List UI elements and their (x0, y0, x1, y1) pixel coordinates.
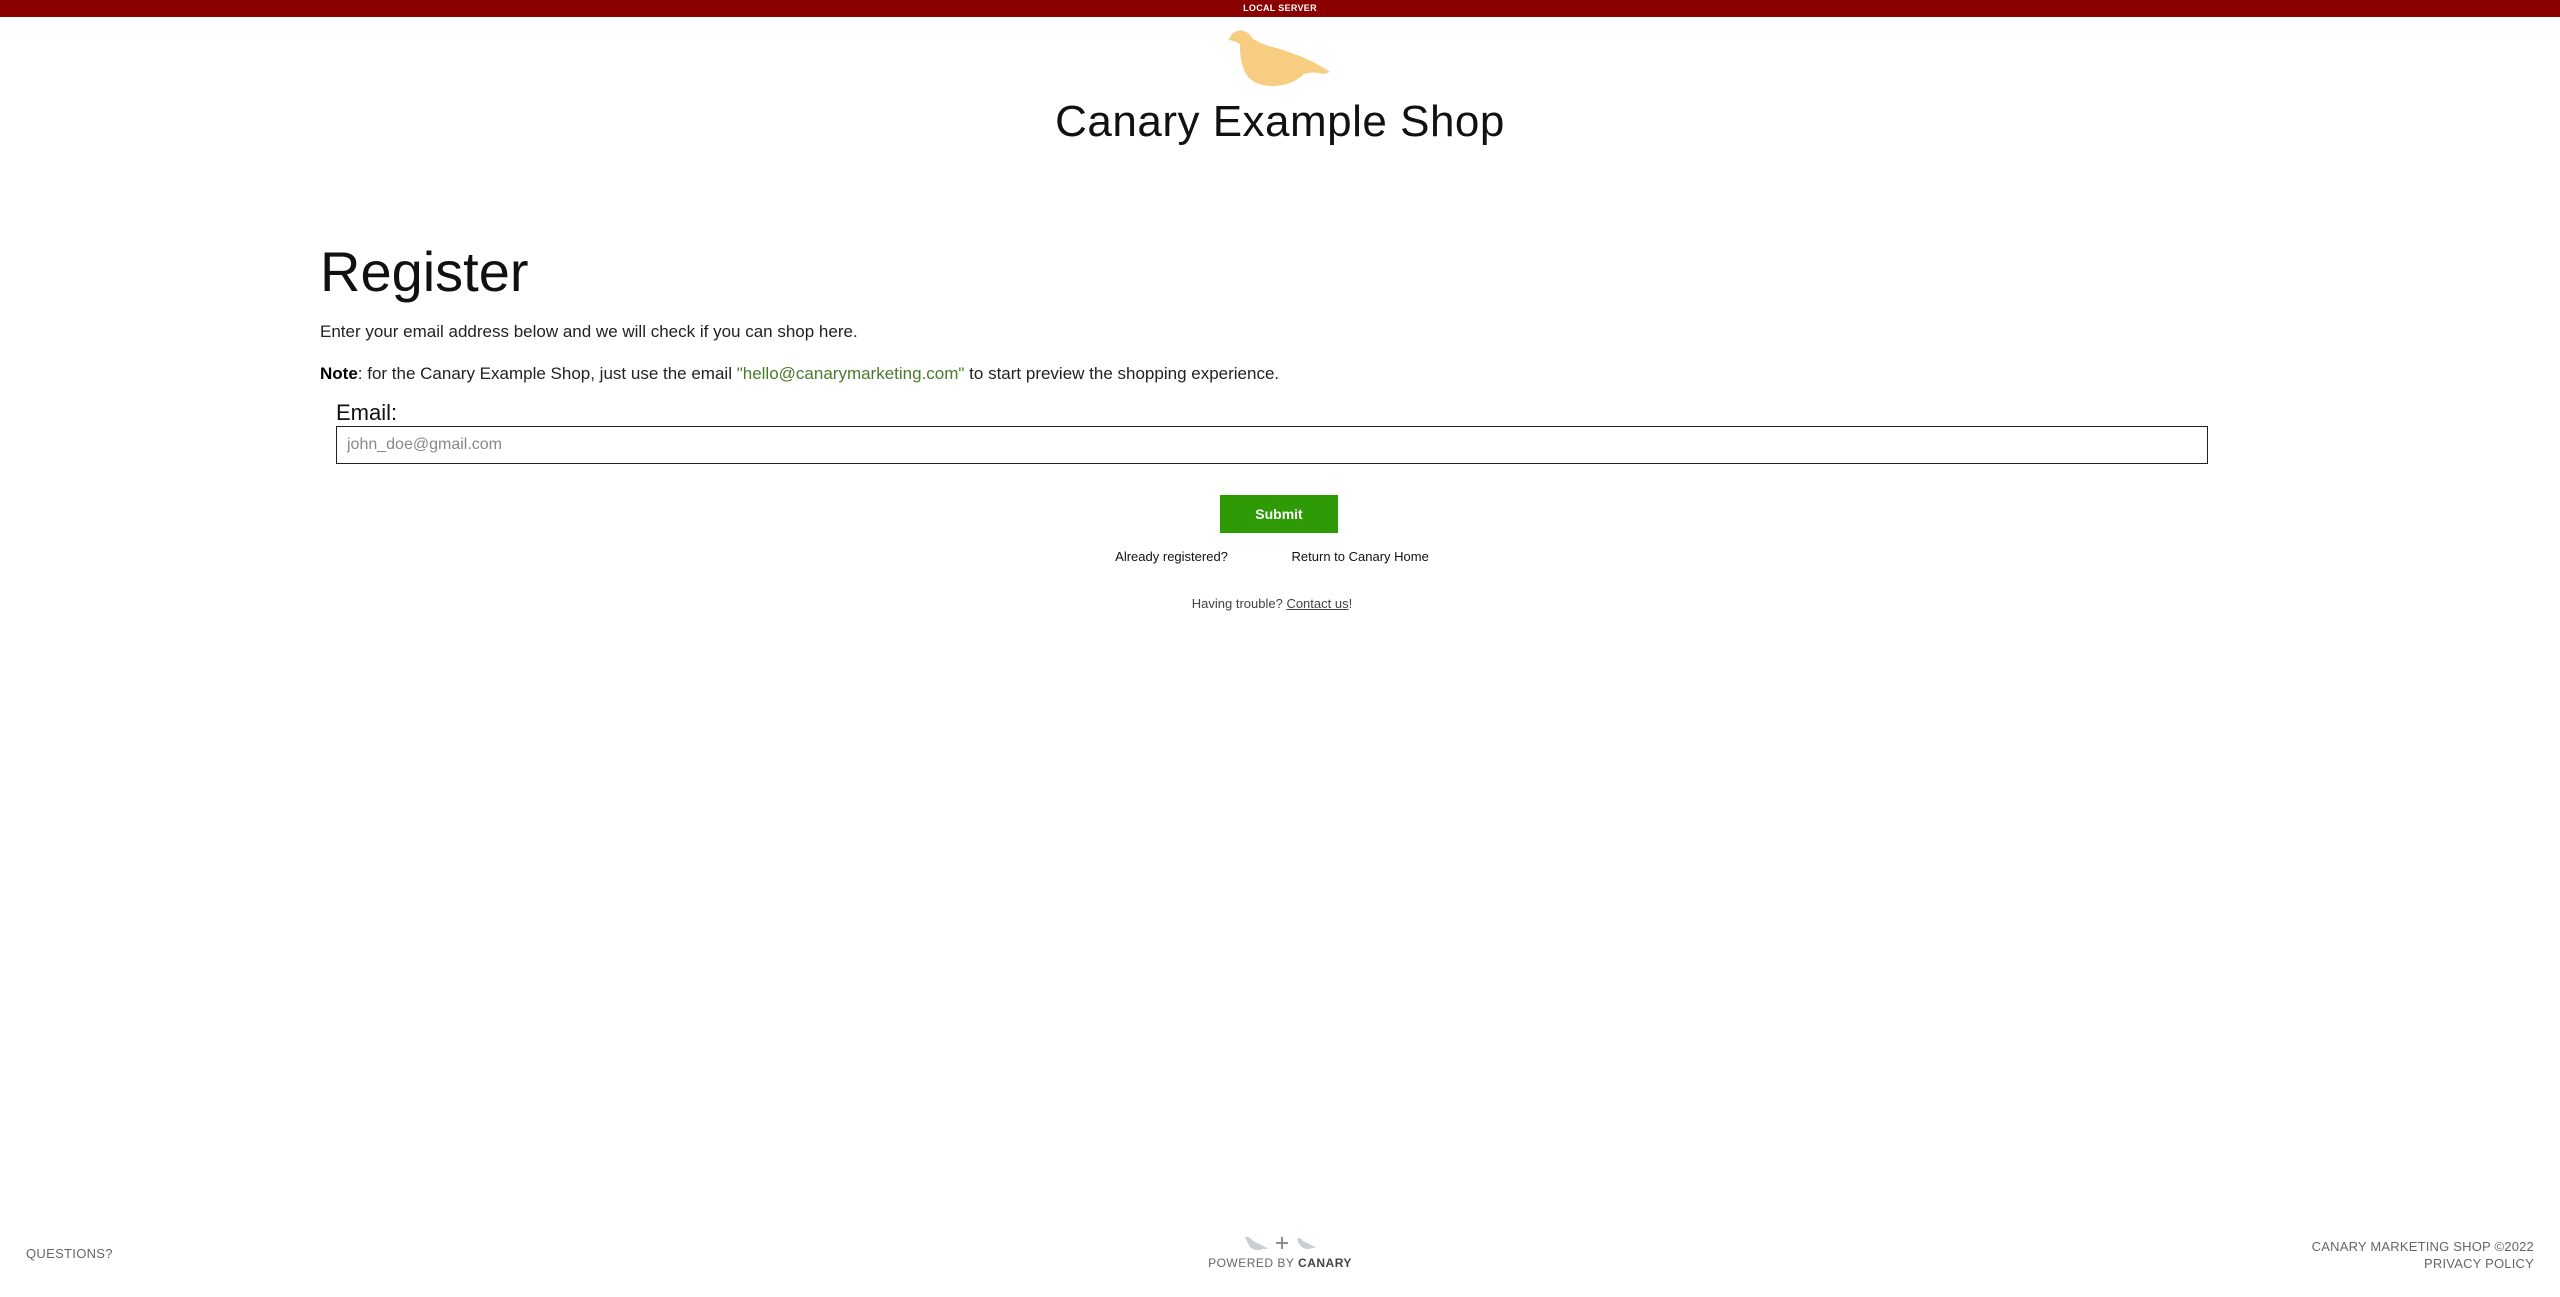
page-title: Register (320, 240, 529, 303)
local-server-banner: LOCAL SERVER (0, 0, 2560, 17)
footer-legal: CANARY MARKETING SHOP ©2022 PRIVACY POLI… (2312, 1238, 2534, 1272)
shop-title[interactable]: Canary Example Shop (0, 94, 2560, 150)
note-label: Note (320, 364, 358, 383)
note-email: "hello@canarymarketing.com" (736, 364, 965, 383)
canary-bird-icon[interactable] (1228, 28, 1332, 92)
powered-by-label: POWERED BY (1208, 1256, 1299, 1270)
already-registered-link[interactable]: Already registered? (1115, 549, 1228, 564)
submit-button[interactable]: Submit (1220, 495, 1338, 533)
questions-link[interactable]: QUESTIONS? (26, 1246, 113, 1261)
intro-text: Enter your email address below and we wi… (320, 322, 858, 341)
copyright-text: CANARY MARKETING SHOP ©2022 (2311, 1239, 2534, 1254)
register-section: Register Enter your email address below … (320, 236, 2224, 611)
powered-by: POWERED BY CANARY (1080, 1232, 1480, 1270)
note-text-after: to start preview the shopping experience… (964, 364, 1280, 383)
return-home-link[interactable]: Return to Canary Home (1292, 549, 1429, 564)
help-suffix: ! (1348, 596, 1353, 611)
bird-right-icon (1297, 1238, 1316, 1250)
email-label: Email: (336, 400, 398, 425)
site-header: Canary Example Shop (0, 28, 2560, 148)
note-text-before: : for the Canary Example Shop, just use … (357, 364, 737, 383)
auth-links: Already registered? Return to Canary Hom… (320, 548, 2224, 566)
powered-by-brand: CANARY (1298, 1256, 1352, 1270)
contact-us-link[interactable]: Contact us (1286, 596, 1348, 611)
note-text: Note: for the Canary Example Shop, just … (320, 362, 1279, 386)
help-text: Having trouble? Contact us! (320, 595, 2224, 613)
powered-by-text: POWERED BY CANARY (1080, 1256, 1480, 1270)
bird-left-icon (1245, 1236, 1268, 1251)
local-server-label: LOCAL SERVER (1243, 3, 1317, 13)
help-prefix: Having trouble? (1191, 596, 1287, 611)
privacy-policy-link[interactable]: PRIVACY POLICY (2424, 1256, 2534, 1271)
plus-icon (1276, 1237, 1288, 1249)
email-field[interactable] (336, 426, 2208, 464)
